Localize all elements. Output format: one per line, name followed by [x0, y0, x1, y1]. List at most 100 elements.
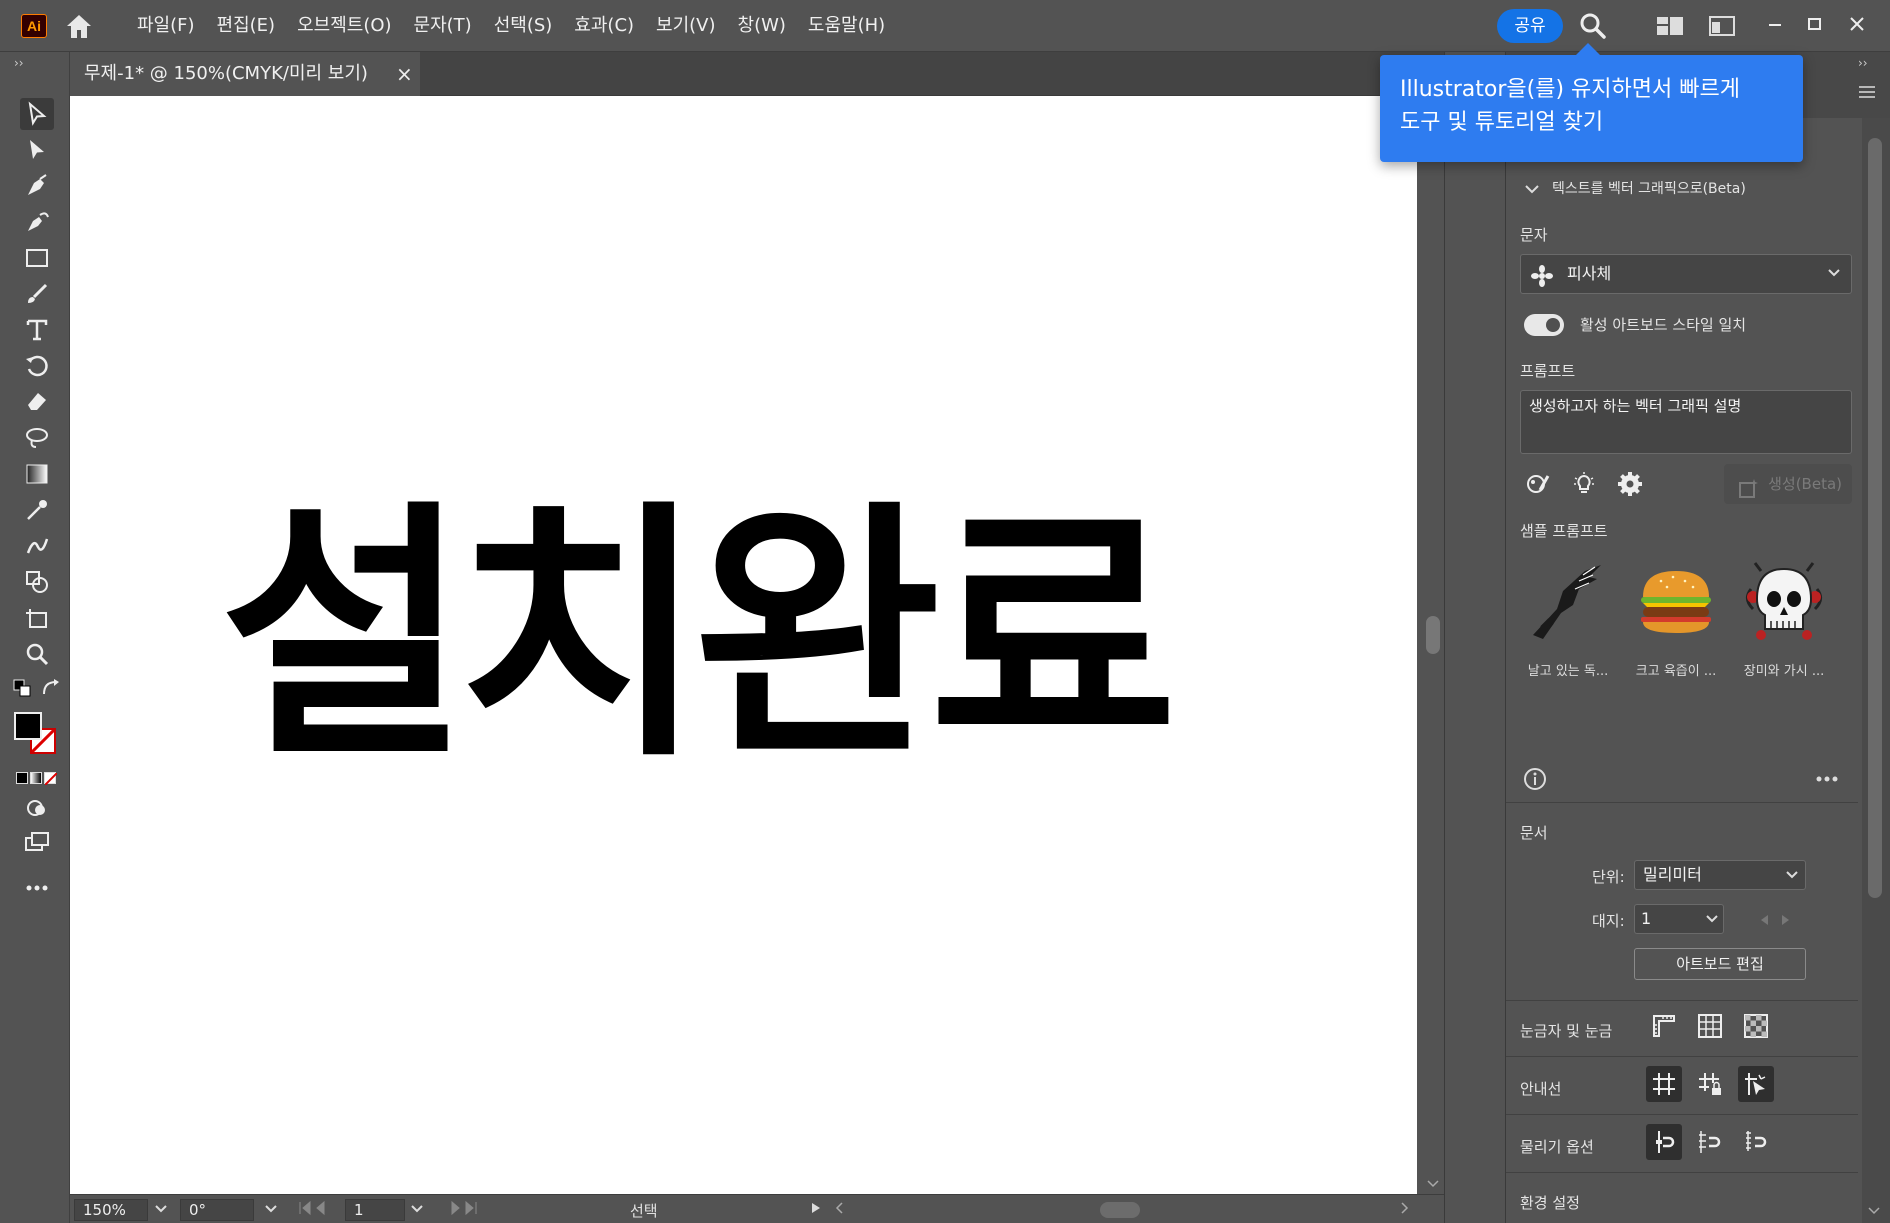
prompt-input[interactable]: 생성하고자 하는 벡터 그래픽 설명 [1520, 390, 1852, 454]
search-tooltip: Illustrator을(를) 유지하면서 빠르게 도구 및 튜토리얼 찾기 [1380, 43, 1803, 162]
menu-view[interactable]: 보기(V) [645, 0, 726, 52]
selection-tool-icon[interactable] [20, 98, 54, 130]
close-tab-icon[interactable]: × [396, 52, 413, 96]
toolbar-collapse-icon[interactable]: ›› [14, 56, 24, 70]
edit-artboards-button[interactable]: 아트보드 편집 [1634, 948, 1806, 980]
blend-tool-icon[interactable] [20, 530, 54, 562]
menu-type[interactable]: 문자(T) [403, 0, 483, 52]
rotation-dropdown-icon[interactable] [264, 1198, 278, 1222]
type-tool-icon[interactable] [20, 314, 54, 346]
screen-mode-icon[interactable] [20, 826, 54, 858]
scroll-left-icon[interactable] [834, 1198, 844, 1222]
eraser-tool-icon[interactable] [20, 386, 54, 418]
main-menu: 파일(F) 편집(E) 오브젝트(O) 문자(T) 선택(S) 효과(C) 보기… [126, 0, 896, 52]
lightbulb-icon[interactable] [1566, 466, 1602, 502]
next-artboard-icon[interactable] [1780, 912, 1792, 931]
match-style-toggle[interactable] [1524, 314, 1564, 336]
default-colors-icon[interactable] [12, 678, 36, 700]
panel-layout-icon[interactable] [1707, 14, 1737, 38]
settings-gear-icon[interactable] [1612, 466, 1648, 502]
lasso-tool-icon[interactable] [20, 422, 54, 454]
document-tab[interactable]: 무제-1* @ 150%(CMYK/미리 보기) × [70, 52, 420, 96]
first-artboard-icon[interactable] [298, 1198, 330, 1222]
info-icon[interactable] [1522, 766, 1548, 792]
artboard-nav-field[interactable]: 1 [345, 1199, 405, 1221]
artboard-text-object[interactable]: 설치완료 [220, 476, 1260, 796]
shape-builder-tool-icon[interactable] [20, 566, 54, 598]
section-title: 텍스트를 벡터 그래픽으로(Beta) [1552, 181, 1746, 197]
show-guides-icon[interactable] [1646, 1066, 1682, 1102]
style-picker-icon[interactable] [1520, 466, 1556, 502]
ruler-icon[interactable] [1646, 1008, 1682, 1044]
panel-scroll-thumb[interactable] [1868, 138, 1882, 898]
scroll-down-icon[interactable] [1427, 1176, 1439, 1192]
lock-guides-icon[interactable] [1692, 1066, 1728, 1102]
restore-icon[interactable] [1798, 8, 1832, 42]
smart-guides-icon[interactable] [1738, 1066, 1774, 1102]
sample-prompt-burger[interactable]: 크고 육즙이 ... [1628, 552, 1724, 679]
transparency-grid-icon[interactable] [1738, 1008, 1774, 1044]
last-artboard-icon[interactable] [446, 1198, 478, 1222]
status-mode-text[interactable]: 선택 [630, 1200, 658, 1221]
horizontal-scroll-thumb[interactable] [1100, 1202, 1140, 1218]
menu-file[interactable]: 파일(F) [126, 0, 206, 52]
rotate-tool-icon[interactable] [20, 350, 54, 382]
color-mode-buttons[interactable] [16, 772, 58, 786]
eyedropper-tool-icon[interactable] [20, 494, 54, 526]
draw-mode-icon[interactable] [20, 792, 54, 824]
swap-colors-icon[interactable] [40, 678, 64, 700]
snap-options-label: 물리기 옵션 [1520, 1138, 1594, 1156]
content-type-dropdown[interactable]: 피사체 [1520, 254, 1852, 294]
panel-collapse-icon[interactable]: ›› [1858, 56, 1868, 70]
panel-scroll-down-icon[interactable] [1868, 1200, 1880, 1219]
home-icon[interactable] [64, 12, 94, 40]
minimize-icon[interactable] [1758, 8, 1792, 42]
menu-object[interactable]: 오브젝트(O) [286, 0, 402, 52]
panel-menu-icon[interactable] [1858, 84, 1876, 103]
status-menu-icon[interactable] [810, 1198, 822, 1222]
gradient-tool-icon[interactable] [20, 458, 54, 490]
fill-black-swatch[interactable] [14, 712, 42, 740]
generate-button[interactable]: 생성(Beta) [1724, 464, 1852, 504]
section-divider [1506, 1000, 1858, 1001]
share-button[interactable]: 공유 [1497, 9, 1563, 43]
section-divider [1506, 1114, 1858, 1115]
canvas-area[interactable]: 설치완료 [70, 96, 1444, 1194]
document-tabs: 무제-1* @ 150%(CMYK/미리 보기) × [70, 52, 1444, 96]
artboard-select[interactable]: 1 [1634, 904, 1724, 934]
menu-select[interactable]: 선택(S) [483, 0, 564, 52]
zoom-dropdown-icon[interactable] [154, 1198, 168, 1222]
workspace-switcher-icon[interactable] [1655, 14, 1685, 38]
menu-edit[interactable]: 편집(E) [206, 0, 287, 52]
snap-to-grid-icon[interactable] [1692, 1124, 1728, 1160]
pen-tool-icon[interactable] [20, 170, 54, 202]
more-options-icon[interactable] [1812, 766, 1842, 792]
fill-stroke-swatch[interactable] [14, 712, 60, 758]
more-tools-icon[interactable] [20, 872, 54, 904]
artboard-nav-dropdown-icon[interactable] [410, 1198, 424, 1222]
grid-icon[interactable] [1692, 1008, 1728, 1044]
rotation-field[interactable]: 0° [180, 1199, 254, 1221]
section-collapse-icon[interactable] [1524, 180, 1540, 199]
zoom-field[interactable]: 150% [74, 1199, 148, 1221]
prev-artboard-icon[interactable] [1758, 912, 1770, 931]
vertical-scroll-thumb[interactable] [1426, 616, 1440, 654]
direct-selection-tool-icon[interactable] [20, 134, 54, 166]
artboard-tool-icon[interactable] [20, 602, 54, 634]
snap-to-point-icon[interactable] [1646, 1124, 1682, 1160]
scroll-right-icon[interactable] [1400, 1198, 1410, 1222]
units-dropdown[interactable]: 밀리미터 [1634, 860, 1806, 890]
sample-prompt-bird[interactable]: 날고 있는 독... [1520, 552, 1616, 679]
menu-window[interactable]: 창(W) [727, 0, 797, 52]
zoom-tool-icon[interactable] [20, 638, 54, 670]
rectangle-tool-icon[interactable] [20, 242, 54, 274]
close-window-icon[interactable] [1840, 8, 1874, 42]
menu-help[interactable]: 도움말(H) [797, 0, 896, 52]
snap-to-pixel-icon[interactable] [1738, 1124, 1774, 1160]
search-icon[interactable] [1578, 11, 1608, 41]
paintbrush-tool-icon[interactable] [20, 278, 54, 310]
sample-prompt-skull[interactable]: 장미와 가시 ... [1736, 552, 1832, 679]
menu-effect[interactable]: 효과(C) [563, 0, 645, 52]
curvature-tool-icon[interactable] [20, 206, 54, 238]
artboard[interactable]: 설치완료 [70, 96, 1417, 1194]
